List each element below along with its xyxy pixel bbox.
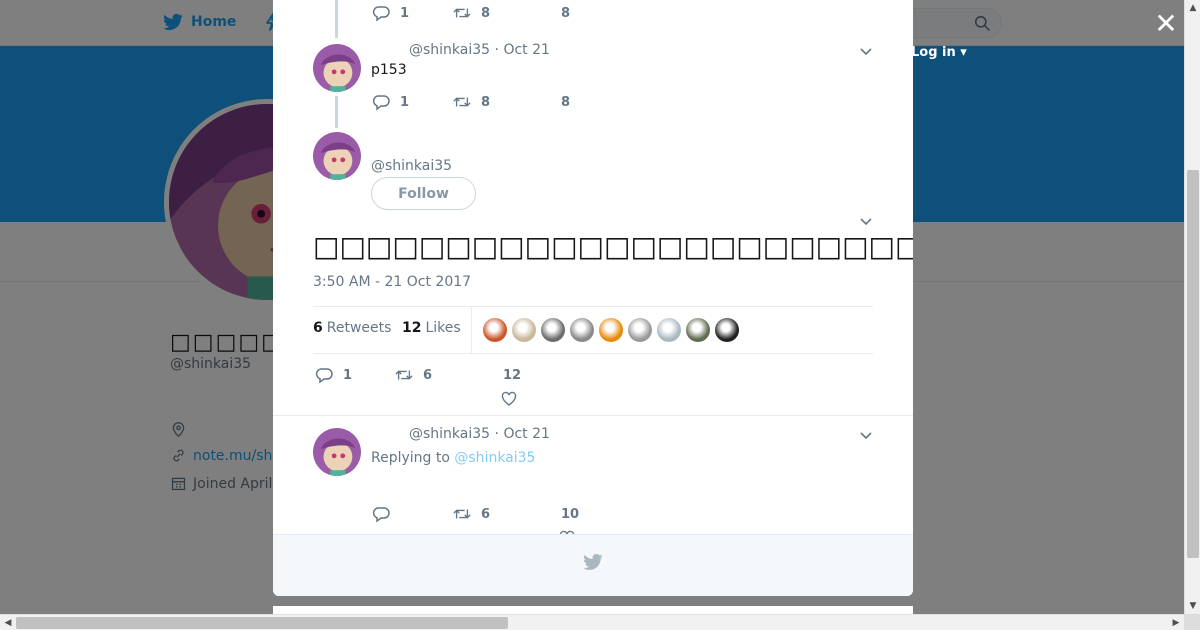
heart-icon[interactable] xyxy=(501,391,517,407)
liker-avatar[interactable] xyxy=(570,318,594,342)
retweets-stat-label: Retweets xyxy=(326,320,392,336)
like-count: 10 xyxy=(561,507,580,522)
retweet-button[interactable]: 8 xyxy=(453,4,490,22)
close-button[interactable]: ✕ xyxy=(1154,10,1178,38)
scroll-left-icon[interactable]: ◀ xyxy=(0,615,16,630)
liker-avatar[interactable] xyxy=(541,318,565,342)
reply-count: 1 xyxy=(400,5,410,21)
like-count: 8 xyxy=(561,6,571,21)
like-count: 8 xyxy=(561,95,571,110)
retweet-button[interactable]: 8 xyxy=(453,93,490,111)
scroll-right-icon[interactable]: ▶ xyxy=(1168,615,1184,630)
scroll-down-icon[interactable]: ▼ xyxy=(1185,598,1200,614)
retweet-button[interactable]: 6 xyxy=(395,366,432,384)
tweet-header: @shinkai35 · Oct 21 xyxy=(409,426,550,442)
tweet-text: p153 xyxy=(371,62,407,78)
header-separator: · xyxy=(494,42,499,58)
likes-stat-count: 12 xyxy=(402,320,422,336)
reply-icon xyxy=(372,6,390,22)
chevron-down-icon[interactable] xyxy=(859,216,873,226)
tweet-avatar[interactable] xyxy=(313,132,361,180)
main-tweet-text: □□□□□□□□□□□□□□□□□□□□□□□□□□□□□□□□□□□□□□□□… xyxy=(313,230,913,263)
reply-count: 1 xyxy=(400,94,410,110)
tweet-handle[interactable]: @shinkai35 xyxy=(409,426,490,442)
header-separator: · xyxy=(494,426,499,442)
login-link[interactable]: Log in ▾ xyxy=(911,45,967,60)
vertical-scrollbar[interactable]: ▲ ▼ xyxy=(1184,0,1200,614)
replying-to: Replying to @shinkai35 xyxy=(371,450,535,466)
modal-shadow-edge xyxy=(273,606,913,614)
horizontal-scrollbar[interactable]: ◀ ▶ xyxy=(0,614,1184,630)
tweet-stats: 6 Retweets 12 Likes xyxy=(313,306,873,354)
liker-avatar[interactable] xyxy=(657,318,681,342)
retweet-count: 8 xyxy=(481,5,491,21)
login-label: Log in xyxy=(911,45,956,60)
liker-avatar[interactable] xyxy=(599,318,623,342)
thread-line xyxy=(335,0,338,38)
follow-button[interactable]: Follow xyxy=(371,177,476,210)
retweets-stat-count: 6 xyxy=(313,320,323,336)
liker-avatar[interactable] xyxy=(715,318,739,342)
reply-button[interactable] xyxy=(372,505,400,523)
retweet-icon xyxy=(453,509,471,519)
reply-button[interactable]: 1 xyxy=(315,366,352,384)
chevron-down-icon: ▾ xyxy=(960,45,967,60)
likes-stat-label: Likes xyxy=(425,320,461,336)
modal-footer xyxy=(273,534,913,596)
vertical-scroll-thumb[interactable] xyxy=(1187,170,1199,558)
reply-icon xyxy=(372,507,390,523)
stat-divider xyxy=(471,307,472,353)
scroll-up-icon[interactable]: ▲ xyxy=(1185,0,1200,16)
liker-avatar[interactable] xyxy=(628,318,652,342)
replying-to-handle[interactable]: @shinkai35 xyxy=(454,450,535,466)
likes-stat[interactable]: 12 Likes xyxy=(402,320,461,336)
retweets-stat[interactable]: 6 Retweets xyxy=(313,320,391,336)
retweet-count: 6 xyxy=(423,367,433,383)
reply-button[interactable]: 1 xyxy=(372,4,409,22)
chevron-down-icon[interactable] xyxy=(859,46,873,56)
scrollbar-corner xyxy=(1184,614,1200,630)
retweet-icon xyxy=(453,97,471,107)
tweet-handle[interactable]: @shinkai35 xyxy=(409,42,490,58)
retweet-count: 6 xyxy=(481,506,491,522)
retweet-icon xyxy=(453,8,471,18)
reply-count: 1 xyxy=(343,367,353,383)
reply-icon xyxy=(315,368,333,384)
horizontal-scroll-thumb[interactable] xyxy=(16,617,508,629)
liker-avatars xyxy=(483,318,739,342)
tweet-date[interactable]: Oct 21 xyxy=(503,426,549,442)
retweet-count: 8 xyxy=(481,94,491,110)
tweet-header: @shinkai35 · Oct 21 xyxy=(409,42,550,58)
replying-to-label: Replying to xyxy=(371,450,450,466)
liker-avatar[interactable] xyxy=(512,318,536,342)
tweet-modal: 1 8 8 @shinkai35 · Oct 21 p153 1 8 8 @sh… xyxy=(273,0,913,596)
liker-avatar[interactable] xyxy=(483,318,507,342)
tweet-avatar[interactable] xyxy=(313,44,361,92)
retweet-icon xyxy=(395,370,413,380)
like-count: 12 xyxy=(503,368,522,383)
tweet-date[interactable]: Oct 21 xyxy=(503,42,549,58)
tweet-separator xyxy=(273,415,913,416)
retweet-button[interactable]: 6 xyxy=(453,505,490,523)
chevron-down-icon[interactable] xyxy=(859,430,873,440)
reply-button[interactable]: 1 xyxy=(372,93,409,111)
tweet-handle[interactable]: @shinkai35 xyxy=(371,158,452,174)
liker-avatar[interactable] xyxy=(686,318,710,342)
reply-icon xyxy=(372,95,390,111)
twitter-bird-icon xyxy=(583,553,603,570)
thread-line xyxy=(335,96,338,128)
tweet-avatar[interactable] xyxy=(313,428,361,476)
tweet-timestamp[interactable]: 3:50 AM - 21 Oct 2017 xyxy=(313,274,471,290)
